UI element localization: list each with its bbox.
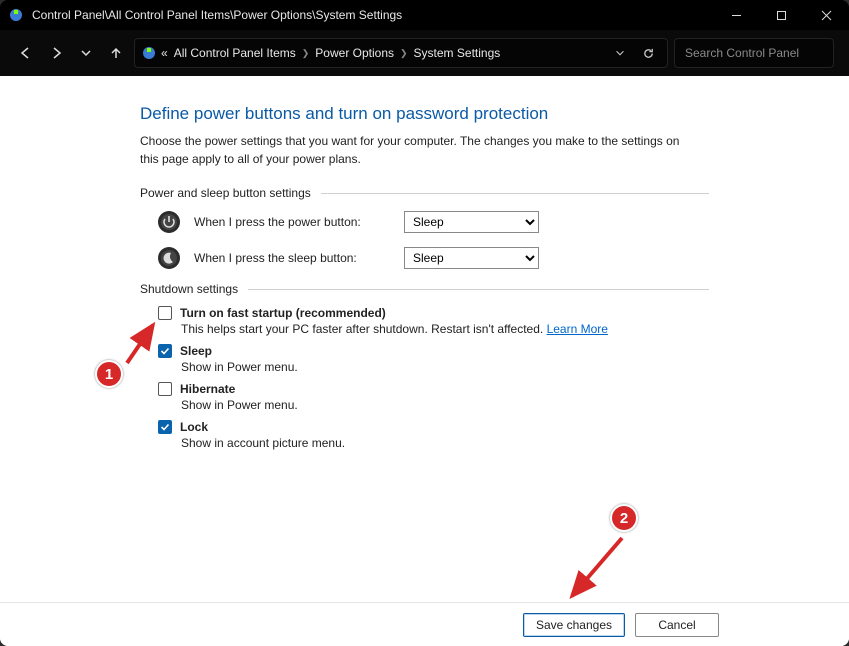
breadcrumb-item[interactable]: Power Options: [315, 46, 394, 60]
window-title: Control Panel\All Control Panel Items\Po…: [32, 8, 402, 22]
section-power-buttons: Power and sleep button settings: [140, 186, 709, 200]
save-button[interactable]: Save changes: [523, 613, 625, 637]
checkbox-subtext: This helps start your PC faster after sh…: [181, 322, 709, 336]
checkbox-lock[interactable]: [158, 420, 172, 434]
section-shutdown: Shutdown settings: [140, 282, 709, 296]
section-label: Shutdown settings: [140, 282, 238, 296]
checkbox-label: Hibernate: [180, 382, 235, 396]
sleep-button-row: When I press the sleep button: Sleep: [156, 246, 709, 270]
power-button-row: When I press the power button: Sleep: [156, 210, 709, 234]
window: Control Panel\All Control Panel Items\Po…: [0, 0, 849, 646]
checkbox-label: Sleep: [180, 344, 212, 358]
shutdown-item-lock: Lock Show in account picture menu.: [158, 420, 709, 450]
checkbox-subtext: Show in Power menu.: [181, 398, 709, 412]
breadcrumb-item[interactable]: All Control Panel Items: [174, 46, 296, 60]
sleep-button-select[interactable]: Sleep: [404, 247, 539, 269]
address-dropdown[interactable]: [611, 47, 629, 59]
minimize-button[interactable]: [714, 0, 759, 30]
cancel-button[interactable]: Cancel: [635, 613, 719, 637]
forward-button[interactable]: [44, 41, 68, 65]
annotation-number: 1: [105, 366, 113, 383]
shutdown-item-hibernate: Hibernate Show in Power menu.: [158, 382, 709, 412]
learn-more-link[interactable]: Learn More: [547, 322, 608, 336]
divider: [248, 289, 709, 290]
power-button-label: When I press the power button:: [194, 215, 392, 229]
recent-dropdown[interactable]: [74, 41, 98, 65]
checkbox-sleep[interactable]: [158, 344, 172, 358]
moon-icon: [156, 246, 182, 270]
sleep-button-label: When I press the sleep button:: [194, 251, 392, 265]
annotation-number: 2: [620, 510, 628, 527]
checkbox-subtext: Show in Power menu.: [181, 360, 709, 374]
divider: [321, 193, 709, 194]
up-button[interactable]: [104, 41, 128, 65]
close-button[interactable]: [804, 0, 849, 30]
address-bar[interactable]: « All Control Panel Items ❯ Power Option…: [134, 38, 668, 68]
control-panel-icon: [8, 7, 24, 23]
search-box[interactable]: [674, 38, 834, 68]
refresh-button[interactable]: [639, 47, 657, 60]
content-area: Define power buttons and turn on passwor…: [0, 76, 849, 646]
page-description: Choose the power settings that you want …: [140, 132, 700, 168]
checkbox-label: Turn on fast startup (recommended): [180, 306, 386, 320]
page-title: Define power buttons and turn on passwor…: [140, 104, 709, 124]
footer: Save changes Cancel: [0, 602, 849, 646]
shutdown-item-fast-startup: Turn on fast startup (recommended) This h…: [158, 306, 709, 336]
section-label: Power and sleep button settings: [140, 186, 311, 200]
breadcrumb[interactable]: « All Control Panel Items ❯ Power Option…: [161, 46, 609, 60]
power-button-select[interactable]: Sleep: [404, 211, 539, 233]
maximize-button[interactable]: [759, 0, 804, 30]
checkbox-hibernate[interactable]: [158, 382, 172, 396]
shutdown-item-sleep: Sleep Show in Power menu.: [158, 344, 709, 374]
chevron-right-icon: ❯: [400, 48, 408, 59]
annotation-arrow-2: [560, 526, 645, 611]
checkbox-fast-startup[interactable]: [158, 306, 172, 320]
chevron-right-icon: ❯: [302, 48, 310, 59]
search-input[interactable]: [683, 45, 842, 61]
power-icon: [156, 210, 182, 234]
back-button[interactable]: [14, 41, 38, 65]
titlebar: Control Panel\All Control Panel Items\Po…: [0, 0, 849, 30]
annotation-marker-2: 2: [610, 504, 638, 532]
toolbar: « All Control Panel Items ❯ Power Option…: [0, 30, 849, 76]
power-options-icon: [141, 45, 157, 61]
breadcrumb-overflow[interactable]: «: [161, 46, 168, 60]
checkbox-label: Lock: [180, 420, 208, 434]
checkbox-subtext: Show in account picture menu.: [181, 436, 709, 450]
breadcrumb-item[interactable]: System Settings: [414, 46, 501, 60]
annotation-marker-1: 1: [95, 360, 123, 388]
